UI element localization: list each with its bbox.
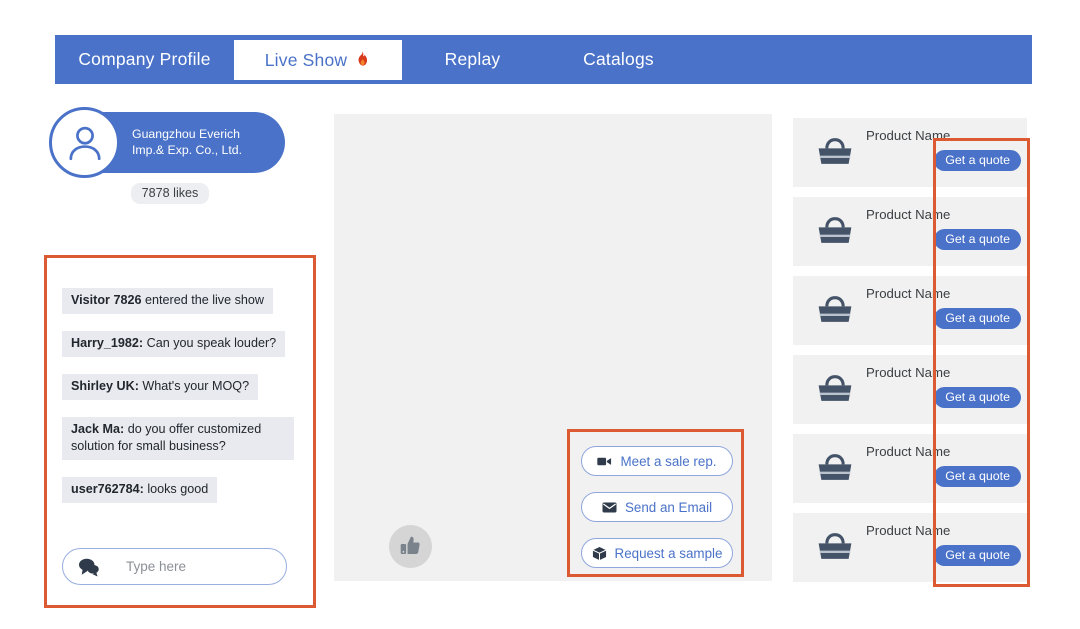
get-a-quote-button[interactable]: Get a quote	[934, 545, 1021, 566]
get-a-quote-button[interactable]: Get a quote	[934, 150, 1021, 171]
video-camera-icon	[597, 454, 620, 469]
request-a-sample-label: Request a sample	[614, 545, 723, 561]
product-name: Product Name	[866, 365, 951, 380]
get-a-quote-button[interactable]: Get a quote	[934, 466, 1021, 487]
meet-a-sale-rep-label: Meet a sale rep.	[620, 453, 717, 469]
chat-message-text: Can you speak louder?	[143, 336, 277, 350]
list-item: Shirley UK: What's your MOQ?	[62, 374, 302, 417]
company-profile-badge[interactable]: Guangzhou Everich Imp.& Exp. Co., Ltd.	[49, 107, 285, 178]
company-name: Guangzhou Everich Imp.& Exp. Co., Ltd.	[132, 127, 242, 158]
handbag-icon	[815, 448, 855, 488]
table-row[interactable]: Product Name Get a quote	[793, 197, 1027, 266]
tab-company-profile-label: Company Profile	[78, 49, 211, 69]
chat-input[interactable]: Type here	[62, 548, 287, 585]
chat-message-author: Harry_1982:	[71, 336, 144, 350]
handbag-icon	[815, 211, 855, 251]
chat-message: user762784: looks good	[62, 477, 218, 503]
product-name: Product Name	[866, 207, 951, 222]
table-row[interactable]: Product Name Get a quote	[793, 434, 1027, 503]
table-row[interactable]: Product Name Get a quote	[793, 276, 1027, 345]
cta-button-group: Meet a sale rep. Send an Email Request a…	[567, 429, 744, 577]
chat-message-text: entered the live show	[141, 293, 264, 307]
left-sidebar: Guangzhou Everich Imp.& Exp. Co., Ltd. 7…	[44, 100, 319, 204]
chat-message-author: Jack Ma:	[71, 422, 125, 436]
chat-input-placeholder: Type here	[126, 559, 187, 574]
main-navigation-bar: Company Profile Live Show Replay Catalog…	[55, 35, 1032, 84]
handbag-icon	[815, 290, 855, 330]
chat-message-list: Visitor 7826 entered the live show Harry…	[62, 288, 302, 520]
live-show-page: Company Profile Live Show Replay Catalog…	[0, 0, 1080, 629]
product-list: Product Name Get a quote Product Name Ge…	[793, 118, 1027, 592]
chat-message-text: looks good	[143, 482, 209, 496]
list-item: Jack Ma: do you offer customized solutio…	[62, 417, 302, 477]
chat-message-author: user762784:	[71, 482, 144, 496]
chat-bubble-icon	[78, 557, 100, 577]
product-name: Product Name	[866, 128, 951, 143]
handbag-icon	[815, 132, 855, 172]
chat-message: Visitor 7826 entered the live show	[62, 288, 273, 314]
meet-a-sale-rep-button[interactable]: Meet a sale rep.	[581, 446, 733, 476]
thumbs-up-icon	[400, 536, 420, 554]
company-name-line2: Imp.& Exp. Co., Ltd.	[132, 142, 243, 157]
chat-message: Jack Ma: do you offer customized solutio…	[62, 417, 294, 460]
avatar	[49, 107, 120, 178]
chat-message: Harry_1982: Can you speak louder?	[62, 331, 286, 357]
chat-message-author: Visitor 7826	[71, 293, 142, 307]
list-item: Visitor 7826 entered the live show	[62, 288, 302, 331]
handbag-icon	[815, 369, 855, 409]
company-name-line1: Guangzhou Everich	[132, 127, 241, 141]
send-an-email-label: Send an Email	[624, 499, 713, 515]
like-button[interactable]	[389, 525, 432, 568]
tab-replay-label: Replay	[444, 49, 501, 69]
tab-live-show-label: Live Show	[264, 49, 348, 70]
product-name: Product Name	[866, 444, 951, 459]
get-a-quote-button[interactable]: Get a quote	[934, 387, 1021, 408]
product-name: Product Name	[866, 286, 951, 301]
table-row[interactable]: Product Name Get a quote	[793, 355, 1027, 424]
tab-catalogs-label: Catalogs	[583, 49, 654, 69]
list-item: user762784: looks good	[62, 477, 302, 520]
handbag-icon	[815, 527, 855, 567]
table-row[interactable]: Product Name Get a quote	[793, 513, 1027, 582]
box-package-icon	[592, 546, 615, 561]
chat-message-author: Shirley UK:	[71, 379, 139, 393]
tab-replay[interactable]: Replay	[402, 35, 543, 84]
chat-message-text: What's your MOQ?	[138, 379, 250, 393]
envelope-icon	[602, 500, 625, 515]
tab-catalogs[interactable]: Catalogs	[543, 35, 694, 84]
send-an-email-button[interactable]: Send an Email	[581, 492, 733, 522]
get-a-quote-button[interactable]: Get a quote	[934, 229, 1021, 250]
tab-company-profile[interactable]: Company Profile	[55, 35, 234, 84]
table-row[interactable]: Product Name Get a quote	[793, 118, 1027, 187]
likes-row: 7878 likes	[44, 183, 296, 204]
get-a-quote-button[interactable]: Get a quote	[934, 308, 1021, 329]
tab-live-show[interactable]: Live Show	[234, 40, 402, 80]
chat-message: Shirley UK: What's your MOQ?	[62, 374, 259, 400]
request-a-sample-button[interactable]: Request a sample	[581, 538, 733, 568]
flame-icon	[354, 50, 371, 70]
list-item: Harry_1982: Can you speak louder?	[62, 331, 302, 374]
likes-count-badge: 7878 likes	[130, 183, 210, 204]
product-name: Product Name	[866, 523, 951, 538]
user-avatar-icon	[68, 126, 101, 160]
live-chat-panel: Visitor 7826 entered the live show Harry…	[44, 255, 316, 608]
